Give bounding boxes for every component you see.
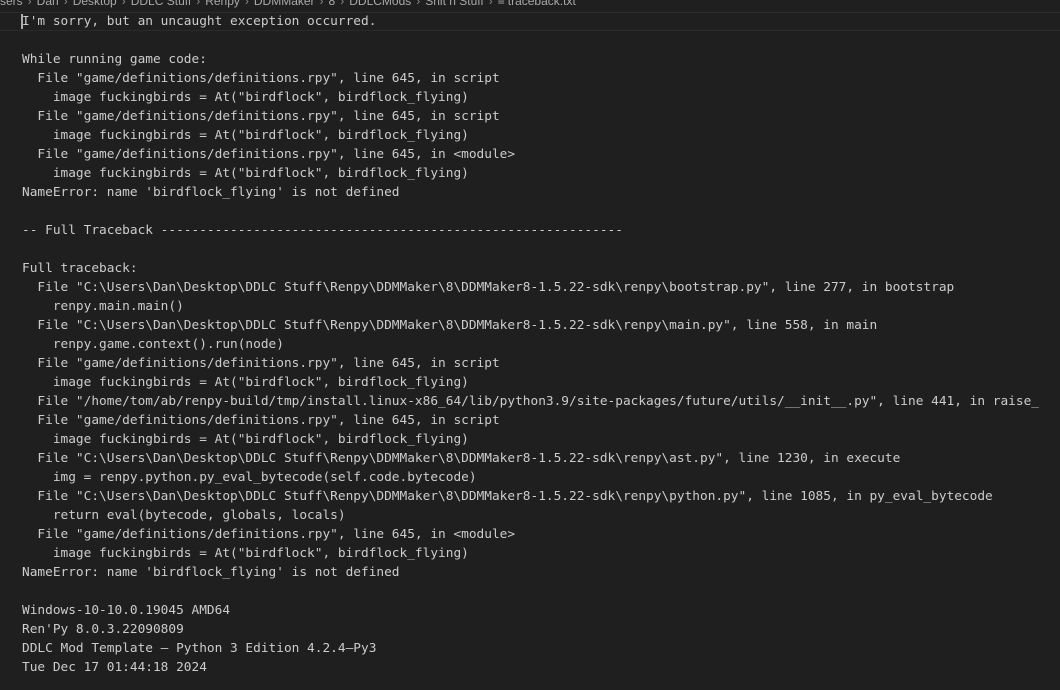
breadcrumb-file-name[interactable]: traceback.txt xyxy=(508,0,576,8)
editor-line[interactable]: Full traceback: xyxy=(22,259,1039,278)
editor-line[interactable]: -- Full Traceback ----------------------… xyxy=(22,221,1039,240)
breadcrumb-item-dan[interactable]: Dan xyxy=(37,0,59,8)
editor-line[interactable]: return eval(bytecode, globals, locals) xyxy=(22,506,1039,525)
editor-line[interactable]: File "game/definitions/definitions.rpy",… xyxy=(22,525,1039,544)
editor-line[interactable]: File "C:\Users\Dan\Desktop\DDLC Stuff\Re… xyxy=(22,316,1039,335)
lines-file-icon: ≡ xyxy=(497,0,505,8)
chevron-right-icon: › xyxy=(416,0,421,8)
editor-line[interactable] xyxy=(22,240,1039,259)
editor-line[interactable]: image fuckingbirds = At("birdflock", bir… xyxy=(22,126,1039,145)
editor-line[interactable]: File "game/definitions/definitions.rpy",… xyxy=(22,107,1039,126)
editor-line[interactable]: Windows-10-10.0.19045 AMD64 xyxy=(22,601,1039,620)
editor-line[interactable]: image fuckingbirds = At("birdflock", bir… xyxy=(22,430,1039,449)
editor-line[interactable] xyxy=(22,31,1039,50)
editor-window: sers › Dan › Desktop › DDLC Stuff › Renpy › DDMMak… xyxy=(0,0,1060,690)
chevron-right-icon: › xyxy=(488,0,493,8)
editor-line[interactable]: While running game code: xyxy=(22,50,1039,69)
breadcrumb: sers › Dan › Desktop › DDLC Stuff › Renpy › DDMMak… xyxy=(0,0,1060,8)
breadcrumb-item-ddlc-stuff[interactable]: DDLC Stuff xyxy=(131,0,191,8)
chevron-right-icon: › xyxy=(63,0,68,8)
editor-line[interactable]: Tue Dec 17 01:44:18 2024 xyxy=(22,658,1039,677)
editor-line[interactable]: NameError: name 'birdflock_flying' is no… xyxy=(22,183,1039,202)
editor-line[interactable]: File "C:\Users\Dan\Desktop\DDLC Stuff\Re… xyxy=(22,487,1039,506)
editor-line[interactable]: image fuckingbirds = At("birdflock", bir… xyxy=(22,544,1039,563)
editor-line[interactable]: File "game/definitions/definitions.rpy",… xyxy=(22,354,1039,373)
editor-line[interactable]: renpy.main.main() xyxy=(22,297,1039,316)
chevron-right-icon: › xyxy=(121,0,126,8)
editor-line[interactable]: File "/home/tom/ab/renpy-build/tmp/insta… xyxy=(22,392,1039,411)
editor-line[interactable]: NameError: name 'birdflock_flying' is no… xyxy=(22,563,1039,582)
chevron-right-icon: › xyxy=(340,0,345,8)
editor-line[interactable]: File "C:\Users\Dan\Desktop\DDLC Stuff\Re… xyxy=(22,278,1039,297)
editor-line[interactable]: Ren'Py 8.0.3.22090809 xyxy=(22,620,1039,639)
editor-line[interactable]: I'm sorry, but an uncaught exception occ… xyxy=(22,12,1039,31)
editor-line[interactable]: image fuckingbirds = At("birdflock", bir… xyxy=(22,88,1039,107)
chevron-right-icon: › xyxy=(244,0,249,8)
editor-line[interactable]: DDLC Mod Template – Python 3 Edition 4.2… xyxy=(22,639,1039,658)
editor-line[interactable]: File "game/definitions/definitions.rpy",… xyxy=(22,145,1039,164)
editor-line[interactable] xyxy=(22,582,1039,601)
breadcrumb-item-ddlcmods[interactable]: DDLCMods xyxy=(349,0,411,8)
editor-line[interactable]: renpy.game.context().run(node) xyxy=(22,335,1039,354)
chevron-right-icon: › xyxy=(319,0,324,8)
editor-line[interactable]: File "game/definitions/definitions.rpy",… xyxy=(22,411,1039,430)
breadcrumb-item-ddmmaker[interactable]: DDMMaker xyxy=(254,0,315,8)
chevron-right-icon: › xyxy=(196,0,201,8)
text-editor-content[interactable]: I'm sorry, but an uncaught exception occ… xyxy=(22,12,1039,677)
breadcrumb-item-users[interactable]: sers xyxy=(0,0,23,8)
editor-line[interactable] xyxy=(22,202,1039,221)
breadcrumb-item-shit-n-stuff[interactable]: Shit n Stuff xyxy=(425,0,483,8)
editor-line[interactable]: image fuckingbirds = At("birdflock", bir… xyxy=(22,373,1039,392)
editor-line[interactable]: File "game/definitions/definitions.rpy",… xyxy=(22,69,1039,88)
breadcrumb-item-desktop[interactable]: Desktop xyxy=(73,0,117,8)
breadcrumb-item-renpy[interactable]: Renpy xyxy=(205,0,240,8)
chevron-right-icon: › xyxy=(27,0,32,8)
editor-line[interactable]: File "C:\Users\Dan\Desktop\DDLC Stuff\Re… xyxy=(22,449,1039,468)
editor-line[interactable]: img = renpy.python.py_eval_bytecode(self… xyxy=(22,468,1039,487)
editor-line[interactable]: image fuckingbirds = At("birdflock", bir… xyxy=(22,164,1039,183)
